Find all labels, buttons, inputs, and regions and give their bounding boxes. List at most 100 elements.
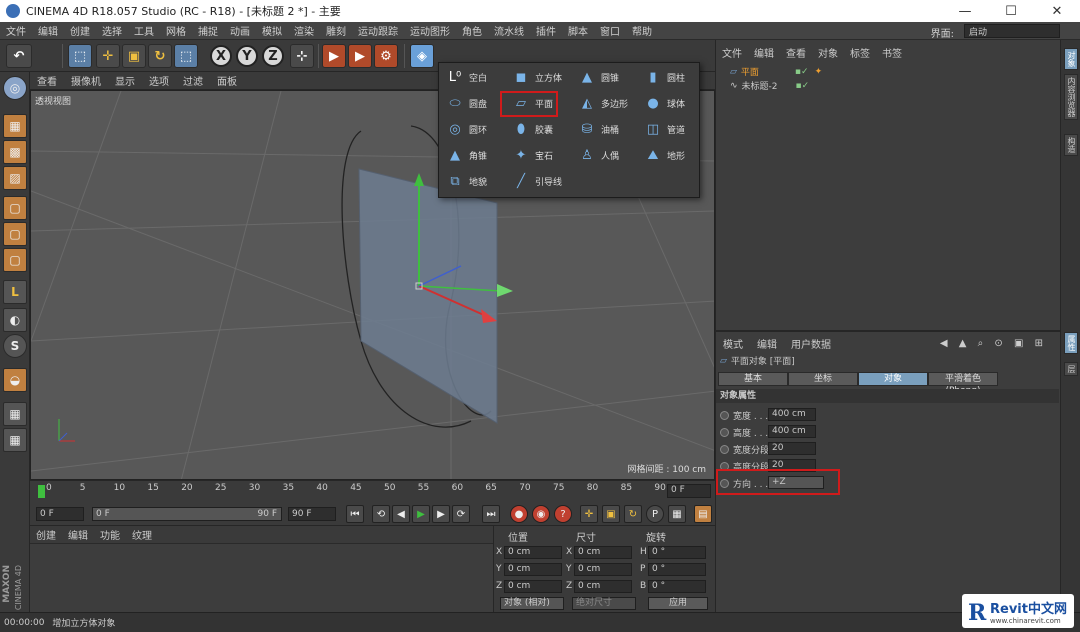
make-editable-icon[interactable]: ◎ bbox=[3, 76, 27, 100]
vp-menu-camera[interactable]: 摄像机 bbox=[64, 73, 108, 88]
go-to-end-button[interactable]: ⏭ bbox=[482, 505, 500, 523]
vp-menu-display[interactable]: 显示 bbox=[108, 73, 142, 88]
position-key-button[interactable]: ✛ bbox=[580, 505, 598, 523]
close-button[interactable]: ✕ bbox=[1034, 0, 1080, 22]
coord-value-field[interactable]: 0 cm bbox=[504, 546, 562, 559]
attr-nav-icons[interactable]: ◀ ▲ ⌕ ⊙ ▣ ⊞ bbox=[933, 338, 1054, 349]
mat-menu-create[interactable]: 创建 bbox=[30, 527, 62, 542]
add-cube-button[interactable]: ◈ bbox=[410, 44, 434, 68]
rotation-key-button[interactable]: ↻ bbox=[624, 505, 642, 523]
menu-motion-tracking[interactable]: 运动跟踪 bbox=[352, 23, 404, 38]
render-settings-icon[interactable]: ⚙ bbox=[374, 44, 398, 68]
mat-menu-edit[interactable]: 编辑 bbox=[62, 527, 94, 542]
timeline-ruler[interactable]: 0 5 10 15 20 25 30 35 40 45 50 55 60 65 70 75 80 85 90 0 F bbox=[30, 480, 715, 502]
palette-item-guide[interactable]: ╱ 引导线 bbox=[509, 169, 575, 193]
workplane-icon[interactable]: ▦ bbox=[3, 402, 27, 426]
coord-value-field[interactable]: 0 cm bbox=[504, 563, 562, 576]
palette-item-capsule[interactable]: ⬮ 胶囊 bbox=[509, 117, 575, 141]
menu-window[interactable]: 窗口 bbox=[594, 23, 626, 38]
next-frame-button[interactable]: ▶ bbox=[432, 505, 450, 523]
go-to-start-button[interactable]: ⏮ bbox=[346, 505, 364, 523]
mat-menu-texture[interactable]: 纹理 bbox=[126, 527, 158, 542]
live-selection-button[interactable]: ⬚ bbox=[68, 44, 92, 68]
rotate-button[interactable]: ↻ bbox=[148, 44, 172, 68]
prev-frame-button[interactable]: ◀ bbox=[392, 505, 410, 523]
autokey-button[interactable]: ◉ bbox=[532, 505, 550, 523]
coords-size-mode-select[interactable]: 绝对尺寸 bbox=[572, 597, 636, 610]
animate-radio-icon[interactable] bbox=[720, 444, 729, 454]
render-picture-viewer-icon[interactable]: ▶ bbox=[348, 44, 372, 68]
layout-select[interactable]: 启动 bbox=[964, 24, 1060, 38]
visibility-check-icon[interactable]: ▪✓ bbox=[795, 67, 809, 77]
maximize-button[interactable]: ☐ bbox=[988, 0, 1034, 22]
z-axis-lock-button[interactable]: Z bbox=[262, 45, 284, 67]
points-mode-icon[interactable]: ▢ bbox=[3, 196, 27, 220]
menu-sculpt[interactable]: 雕刻 bbox=[320, 23, 352, 38]
vp-menu-filter[interactable]: 过滤 bbox=[176, 73, 210, 88]
palette-item-torus[interactable]: ◎ 圆环 bbox=[443, 117, 509, 141]
menu-render[interactable]: 渲染 bbox=[288, 23, 320, 38]
current-frame-field[interactable]: 0 F bbox=[667, 484, 711, 498]
palette-item-oil-tank[interactable]: ⛁ 油桶 bbox=[575, 117, 641, 141]
obj-menu-objects[interactable]: 对象 bbox=[812, 45, 844, 60]
scale-button[interactable]: ▣ bbox=[122, 44, 146, 68]
vp-menu-panel[interactable]: 面板 bbox=[210, 73, 244, 88]
menu-simulate[interactable]: 模拟 bbox=[256, 23, 288, 38]
model-mode-icon[interactable]: ▦ bbox=[3, 114, 27, 138]
obj-menu-tags[interactable]: 标签 bbox=[844, 45, 876, 60]
snap-icon[interactable]: S bbox=[3, 334, 27, 358]
obj-menu-bookmarks[interactable]: 书签 bbox=[876, 45, 908, 60]
next-key-button[interactable]: ⟳ bbox=[452, 505, 470, 523]
palette-item-cone[interactable]: ▲ 圆锥 bbox=[575, 65, 641, 89]
menu-create[interactable]: 创建 bbox=[64, 23, 96, 38]
keyframe-selection-button[interactable]: ? bbox=[554, 505, 572, 523]
visibility-check-icon[interactable]: ▪✓ bbox=[796, 81, 810, 91]
attr-menu-edit[interactable]: 编辑 bbox=[750, 336, 784, 351]
menu-character[interactable]: 角色 bbox=[456, 23, 488, 38]
menu-script[interactable]: 脚本 bbox=[562, 23, 594, 38]
side-tab-content-browser[interactable]: 内容浏览器 bbox=[1064, 74, 1078, 120]
palette-item-polygon[interactable]: ◭ 多边形 bbox=[575, 91, 641, 115]
attr-menu-userdata[interactable]: 用户数据 bbox=[784, 336, 838, 351]
prev-key-button[interactable]: ⟲ bbox=[372, 505, 390, 523]
phong-tag-icon[interactable]: ✦ bbox=[815, 67, 823, 77]
property-value-field[interactable]: 20 bbox=[768, 442, 816, 455]
palette-item-pyramid[interactable]: ▲ 角锥 bbox=[443, 143, 509, 167]
palette-item-cylinder[interactable]: ▮ 圆柱 bbox=[641, 65, 707, 89]
mat-menu-function[interactable]: 功能 bbox=[94, 527, 126, 542]
coord-value-field[interactable]: 0 cm bbox=[574, 546, 632, 559]
tab-object[interactable]: 对象 bbox=[858, 372, 928, 386]
side-tab-layers[interactable]: 层 bbox=[1064, 362, 1078, 376]
property-value-field[interactable]: 400 cm bbox=[768, 408, 816, 421]
palette-item-figure[interactable]: ♙ 人偶 bbox=[575, 143, 641, 167]
object-row-spline[interactable]: ∿ 未标题-2 ▪✓ bbox=[716, 79, 1061, 93]
side-tab-structure[interactable]: 构造 bbox=[1064, 134, 1078, 156]
menu-pipeline[interactable]: 流水线 bbox=[488, 23, 530, 38]
palette-item-null[interactable]: L⁰ 空白 bbox=[443, 65, 509, 89]
coord-value-field[interactable]: 0 ° bbox=[648, 580, 706, 593]
tweak-mode-icon[interactable]: ◐ bbox=[3, 308, 27, 332]
undo-button[interactable]: ↶ bbox=[6, 44, 32, 68]
point-level-key-button[interactable]: ▦ bbox=[668, 505, 686, 523]
enable-axis-icon[interactable]: L bbox=[3, 280, 27, 304]
recent-tool-button[interactable]: ⬚ bbox=[174, 44, 198, 68]
object-row-plane[interactable]: ▱ 平面 ▪✓ ✦ bbox=[716, 65, 1061, 79]
y-axis-lock-button[interactable]: Y bbox=[236, 45, 258, 67]
start-frame-field[interactable]: 0 F bbox=[36, 507, 84, 521]
timeline-window-button[interactable]: ▤ bbox=[694, 505, 712, 523]
workplane-lock-icon[interactable]: ▦ bbox=[3, 428, 27, 452]
coord-value-field[interactable]: 0 cm bbox=[504, 580, 562, 593]
playhead-marker[interactable] bbox=[38, 485, 45, 498]
menu-file[interactable]: 文件 bbox=[0, 23, 32, 38]
property-value-field[interactable]: 400 cm bbox=[768, 425, 816, 438]
animate-radio-icon[interactable] bbox=[720, 410, 729, 420]
menu-plugins[interactable]: 插件 bbox=[530, 23, 562, 38]
coordinate-system-button[interactable]: ⊹ bbox=[290, 44, 314, 68]
obj-menu-file[interactable]: 文件 bbox=[716, 45, 748, 60]
obj-menu-view[interactable]: 查看 bbox=[780, 45, 812, 60]
palette-item-tube[interactable]: ◫ 管道 bbox=[641, 117, 707, 141]
texture-mode-icon[interactable]: ▩ bbox=[3, 140, 27, 164]
palette-item-landscape[interactable]: ⛰ 地形 bbox=[641, 143, 707, 167]
render-view-icon[interactable]: ▶ bbox=[322, 44, 346, 68]
coord-value-field[interactable]: 0 cm bbox=[574, 580, 632, 593]
